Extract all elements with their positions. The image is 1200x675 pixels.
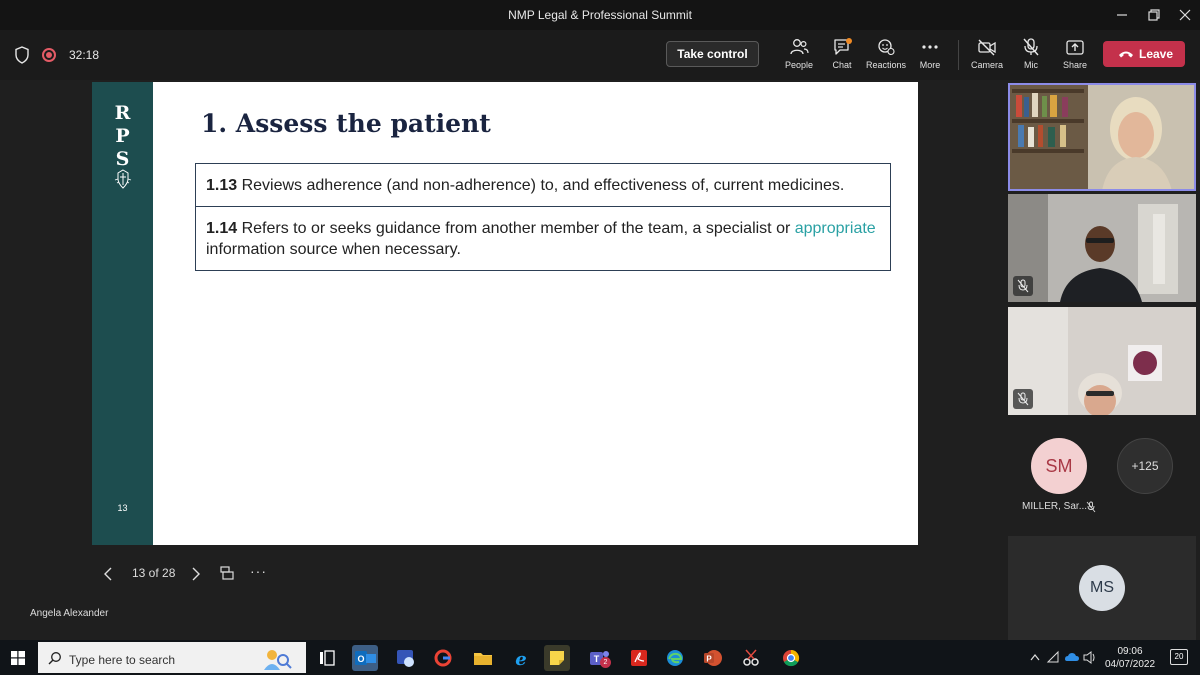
sticky-notes-icon[interactable] <box>544 645 570 671</box>
outlook-icon[interactable]: O <box>352 645 378 671</box>
slide-number: 13 <box>117 503 128 513</box>
chrome-app-icon[interactable] <box>392 645 418 671</box>
svg-text:P: P <box>706 655 712 664</box>
internet-explorer-icon[interactable]: e <box>508 645 534 671</box>
share-label: Share <box>1062 60 1088 70</box>
presenter-name: Angela Alexander <box>30 608 109 619</box>
slide-navigation: 13 of 28 ··· <box>100 563 280 584</box>
network-icon[interactable] <box>1046 640 1060 675</box>
task-view-icon[interactable] <box>314 645 340 671</box>
participant-video-tile[interactable] <box>1008 194 1196 302</box>
criteria-text: Refers to or seeks guidance from another… <box>237 220 795 237</box>
leave-label: Leave <box>1139 47 1174 61</box>
more-button[interactable]: More <box>904 38 956 78</box>
search-highlight-icon[interactable] <box>258 646 298 672</box>
participant-video-tile[interactable] <box>1008 307 1196 415</box>
shield-icon[interactable] <box>14 46 30 64</box>
participant-name: MILLER, Sar... <box>1022 501 1088 512</box>
mic-off-icon <box>1017 392 1029 406</box>
slide-grid-icon[interactable] <box>219 565 235 581</box>
edge-icon[interactable] <box>662 645 688 671</box>
chevron-right-icon[interactable] <box>190 566 202 582</box>
snipping-tool-icon[interactable] <box>738 645 764 671</box>
mic-off-icon <box>1086 501 1096 513</box>
taskbar-clock[interactable]: 09:06 04/07/2022 <box>1100 645 1160 671</box>
muted-badge <box>1013 276 1033 296</box>
reactions-icon <box>878 39 895 56</box>
search-placeholder: Type here to search <box>69 653 176 667</box>
criteria-number: 1.14 <box>206 220 238 237</box>
volume-icon[interactable] <box>1082 640 1098 675</box>
participant-video-image <box>1008 83 1196 191</box>
more-icon <box>922 45 938 49</box>
participant-video-image <box>1008 194 1196 302</box>
muted-badge <box>1013 389 1033 409</box>
file-explorer-icon[interactable] <box>470 645 496 671</box>
window-title: NMP Legal & Professional Summit <box>508 8 692 22</box>
sticky-notes-icon <box>550 651 564 665</box>
svg-text:e: e <box>515 649 526 670</box>
slide-title: 1. Assess the patient <box>201 109 491 138</box>
minimize-icon[interactable] <box>1112 5 1132 25</box>
meeting-toolbar: 32:18 Take control People Chat Reactions… <box>0 30 1200 80</box>
slide-counter: 13 of 28 <box>132 566 176 580</box>
leave-button[interactable]: Leave <box>1103 41 1185 67</box>
onedrive-icon[interactable] <box>1064 640 1080 675</box>
camera-off-icon <box>978 39 996 56</box>
presentation-slide: RPS 13 1. Assess the patient 1.13 Review… <box>92 82 918 545</box>
participant-avatar[interactable]: SM <box>1031 438 1087 494</box>
chrome-icon[interactable] <box>778 645 804 671</box>
meeting-timer: 32:18 <box>69 48 100 62</box>
mic-off-icon <box>1017 279 1029 293</box>
take-control-button[interactable]: Take control <box>666 41 759 67</box>
criteria-highlight: appropriate <box>794 220 876 237</box>
show-hidden-icons-icon[interactable] <box>1028 640 1042 675</box>
teams-icon[interactable]: T 2 <box>586 645 612 671</box>
chevron-left-icon[interactable] <box>102 566 114 582</box>
rps-logo-letters: RPS <box>114 102 131 170</box>
criteria-row: 1.14 Refers to or seeks guidance from an… <box>196 206 890 270</box>
outlook-icon: O <box>355 651 376 665</box>
more-label: More <box>919 60 941 70</box>
self-avatar: MS <box>1079 565 1125 611</box>
hang-up-icon <box>1119 51 1133 58</box>
self-view-tile: MS <box>1008 536 1196 640</box>
svg-text:O: O <box>357 654 364 664</box>
svg-text:T: T <box>594 654 600 664</box>
acrobat-icon[interactable] <box>626 645 652 671</box>
criteria-text: Reviews adherence (and non-adherence) to… <box>237 177 845 194</box>
criteria-row: 1.13 Reviews adherence (and non-adherenc… <box>196 164 890 206</box>
participant-video-image <box>1008 307 1196 415</box>
more-participants-button[interactable]: +125 <box>1117 438 1173 494</box>
windows-taskbar: Type here to search O e T 2 P 09:06 04/0… <box>0 640 1200 675</box>
teams-meeting-window: NMP Legal & Professional Summit 32:18 Ta… <box>0 0 1200 675</box>
search-icon <box>48 652 61 665</box>
notification-center-icon[interactable]: 20 <box>1170 649 1188 665</box>
share-icon <box>1066 40 1084 55</box>
powerpoint-icon[interactable]: P <box>700 645 726 671</box>
google-icon[interactable] <box>430 645 456 671</box>
slide-side-band: RPS 13 <box>92 82 153 545</box>
toolbar-divider <box>958 40 959 70</box>
share-button[interactable]: Share <box>1049 38 1101 78</box>
participant-rail: SM +125 MILLER, Sar... MS <box>1005 80 1200 640</box>
people-icon <box>790 39 809 55</box>
clock-time: 09:06 <box>1117 646 1143 657</box>
close-icon[interactable] <box>1175 5 1195 25</box>
criteria-text-end: information source when necessary. <box>206 241 461 258</box>
criteria-number: 1.13 <box>206 177 238 194</box>
shared-content-stage: RPS 13 1. Assess the patient 1.13 Review… <box>0 80 1005 640</box>
crest-icon <box>114 169 132 189</box>
mic-off-icon <box>1023 38 1039 56</box>
recording-icon <box>42 48 56 62</box>
clock-date: 04/07/2022 <box>1104 659 1156 670</box>
teams-notification-badge: 2 <box>600 657 611 668</box>
title-bar: NMP Legal & Professional Summit <box>0 0 1200 30</box>
slide-more-options[interactable]: ··· <box>250 563 267 579</box>
windows-start-icon[interactable] <box>11 651 25 665</box>
chat-unread-badge <box>846 38 852 44</box>
participant-video-tile[interactable] <box>1008 83 1196 191</box>
restore-icon[interactable] <box>1144 5 1164 25</box>
criteria-table: 1.13 Reviews adherence (and non-adherenc… <box>195 163 891 271</box>
